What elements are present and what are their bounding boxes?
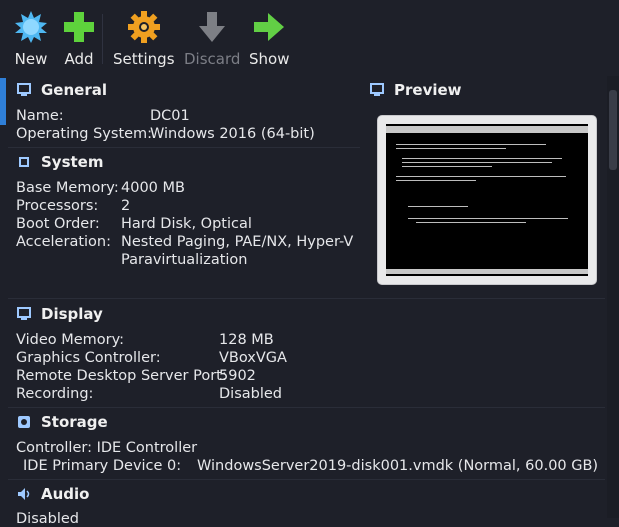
discard-button[interactable]: Discard bbox=[184, 10, 240, 72]
preview-frame bbox=[378, 116, 596, 284]
toolbar: New Add Settings Discard Show bbox=[0, 0, 619, 74]
display-header[interactable]: Display bbox=[17, 305, 103, 323]
add-label: Add bbox=[64, 50, 94, 68]
boot-text-line bbox=[396, 144, 546, 145]
display-gfx-label: Graphics Controller: bbox=[16, 350, 161, 366]
display-rec-value: Disabled bbox=[219, 386, 282, 402]
storage-device-value: WindowsServer2019-disk001.vmdk (Normal, … bbox=[197, 458, 599, 474]
general-name-value: DC01 bbox=[150, 108, 190, 124]
show-label: Show bbox=[249, 50, 290, 68]
chip-icon bbox=[17, 155, 31, 169]
general-os-label: Operating System: bbox=[16, 126, 153, 142]
preview-title: Preview bbox=[394, 81, 462, 99]
display-rdp-value: 5902 bbox=[219, 368, 256, 384]
scrollbar[interactable] bbox=[607, 76, 619, 518]
display-title: Display bbox=[41, 305, 103, 323]
display-video-value: 128 MB bbox=[219, 332, 274, 348]
general-header[interactable]: General bbox=[17, 81, 107, 99]
disk-icon bbox=[17, 415, 31, 429]
system-header[interactable]: System bbox=[17, 153, 103, 171]
boot-text-line bbox=[402, 162, 552, 163]
speaker-icon bbox=[17, 487, 31, 501]
system-accel-value-line2: Paravirtualization bbox=[121, 252, 248, 268]
preview-screen bbox=[386, 124, 588, 276]
boot-text-line bbox=[402, 166, 492, 167]
general-name-label: Name: bbox=[16, 108, 64, 124]
system-memory-label: Base Memory: bbox=[16, 180, 119, 196]
settings-label: Settings bbox=[113, 50, 175, 68]
display-rdp-label: Remote Desktop Server Port: bbox=[16, 368, 227, 384]
monitor-icon bbox=[17, 307, 31, 321]
arrow-right-icon bbox=[252, 10, 286, 44]
system-memory-value: 4000 MB bbox=[121, 180, 185, 196]
divider bbox=[8, 407, 605, 408]
plus-icon bbox=[62, 10, 96, 44]
settings-button[interactable]: Settings bbox=[113, 10, 175, 72]
boot-manager-titlebar bbox=[386, 126, 588, 133]
system-accel-label: Acceleration: bbox=[16, 234, 111, 250]
storage-device-label: IDE Primary Device 0: bbox=[23, 458, 182, 474]
system-title: System bbox=[41, 153, 104, 171]
preview-header[interactable]: Preview bbox=[370, 81, 462, 99]
storage-controller: Controller: IDE Controller bbox=[16, 440, 198, 456]
arrow-down-icon bbox=[195, 10, 229, 44]
divider bbox=[8, 298, 605, 299]
audio-title: Audio bbox=[41, 485, 90, 503]
boot-text-line bbox=[402, 158, 562, 159]
boot-text-line bbox=[416, 222, 526, 223]
system-processors-value: 2 bbox=[121, 198, 131, 214]
storage-title: Storage bbox=[41, 413, 108, 431]
divider bbox=[8, 479, 605, 480]
boot-manager-footer bbox=[386, 269, 588, 274]
general-os-value: Windows 2016 (64-bit) bbox=[150, 126, 315, 142]
new-icon bbox=[14, 10, 48, 44]
add-button[interactable]: Add bbox=[62, 10, 96, 72]
system-processors-label: Processors: bbox=[16, 198, 99, 214]
general-title: General bbox=[41, 81, 107, 99]
audio-header[interactable]: Audio bbox=[17, 485, 89, 503]
system-boot-label: Boot Order: bbox=[16, 216, 100, 232]
new-button[interactable]: New bbox=[14, 10, 48, 72]
display-rec-label: Recording: bbox=[16, 386, 94, 402]
toolbar-separator bbox=[102, 14, 103, 64]
monitor-icon bbox=[17, 83, 31, 97]
discard-label: Discard bbox=[184, 50, 241, 68]
system-accel-value-line1: Nested Paging, PAE/NX, Hyper-V bbox=[121, 234, 354, 250]
scroll-thumb[interactable] bbox=[609, 90, 617, 170]
new-label: New bbox=[14, 50, 48, 68]
boot-text-line bbox=[396, 180, 476, 181]
monitor-icon bbox=[370, 83, 384, 97]
boot-text-line bbox=[408, 206, 468, 207]
display-video-label: Video Memory: bbox=[16, 332, 125, 348]
boot-text-line bbox=[396, 148, 506, 149]
display-gfx-value: VBoxVGA bbox=[219, 350, 287, 366]
selection-accent bbox=[0, 78, 6, 125]
boot-text-line bbox=[396, 176, 566, 177]
storage-header[interactable]: Storage bbox=[17, 413, 108, 431]
system-boot-value: Hard Disk, Optical bbox=[121, 216, 252, 232]
audio-partial-line: Disabled bbox=[16, 511, 79, 527]
gear-icon bbox=[127, 10, 161, 44]
boot-text-line bbox=[408, 218, 568, 219]
show-button[interactable]: Show bbox=[249, 10, 289, 72]
divider bbox=[8, 147, 360, 148]
